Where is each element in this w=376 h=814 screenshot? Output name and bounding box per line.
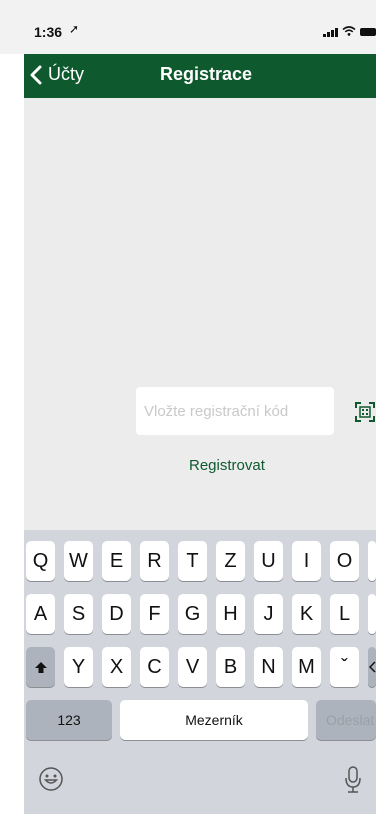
registration-code-input[interactable] (136, 387, 334, 435)
key-r[interactable]: R (140, 541, 169, 581)
status-icons (323, 26, 376, 37)
chevron-left-icon (30, 65, 42, 84)
key-h[interactable]: H (216, 594, 245, 634)
register-button[interactable]: Registrovat (189, 457, 265, 474)
keyboard: Q W E R T Z U I O P A S D F G H J K L Ů … (24, 530, 376, 814)
back-label: Účty (48, 64, 84, 84)
key-u[interactable]: U (254, 541, 283, 581)
key-a[interactable]: A (26, 594, 55, 634)
key-d[interactable]: D (102, 594, 131, 634)
key-n[interactable]: N (254, 647, 283, 687)
key-u-ring[interactable]: Ů (368, 594, 376, 634)
key-y[interactable]: Y (64, 647, 93, 687)
wifi-icon (342, 26, 356, 37)
key-x[interactable]: X (102, 647, 131, 687)
back-button[interactable]: Účty (30, 64, 84, 85)
key-k[interactable]: K (292, 594, 321, 634)
key-q[interactable]: Q (26, 541, 55, 581)
numbers-key[interactable]: 123 (26, 700, 112, 740)
backspace-icon (369, 661, 376, 673)
battery-icon (360, 27, 376, 36)
shift-icon (34, 661, 47, 673)
page-title: Registrace (160, 64, 253, 84)
key-f[interactable]: F (140, 594, 169, 634)
status-bar: 1:36 ➚ (0, 0, 376, 54)
send-key[interactable]: Odeslat (316, 700, 376, 740)
key-l[interactable]: L (330, 594, 359, 634)
key-t[interactable]: T (178, 541, 207, 581)
main-content: Registrovat (24, 98, 376, 530)
nav-bar: Účty Registrace (24, 54, 376, 98)
key-v[interactable]: V (178, 647, 207, 687)
location-icon: ➚ (69, 22, 80, 36)
key-z[interactable]: Z (216, 541, 245, 581)
key-caron[interactable]: ˇ (330, 647, 359, 687)
status-time: 1:36 (34, 24, 63, 40)
key-j[interactable]: J (254, 594, 283, 634)
qr-scan-button[interactable] (354, 401, 376, 423)
emoji-button[interactable] (38, 766, 64, 792)
key-b[interactable]: B (216, 647, 245, 687)
left-edge (0, 54, 24, 814)
signal-icon (323, 27, 338, 37)
key-p[interactable]: P (368, 541, 376, 581)
key-o[interactable]: O (330, 541, 359, 581)
dictation-button[interactable] (344, 766, 362, 794)
key-c[interactable]: C (140, 647, 169, 687)
space-key[interactable]: Mezerník (120, 700, 308, 740)
shift-key[interactable] (26, 647, 55, 687)
qr-code-icon (355, 402, 375, 422)
emoji-icon (39, 767, 63, 791)
key-i[interactable]: I (292, 541, 321, 581)
backspace-key[interactable] (368, 647, 376, 687)
key-g[interactable]: G (178, 594, 207, 634)
key-e[interactable]: E (102, 541, 131, 581)
key-s[interactable]: S (64, 594, 93, 634)
key-m[interactable]: M (292, 647, 321, 687)
key-w[interactable]: W (64, 541, 93, 581)
microphone-icon (345, 766, 361, 793)
